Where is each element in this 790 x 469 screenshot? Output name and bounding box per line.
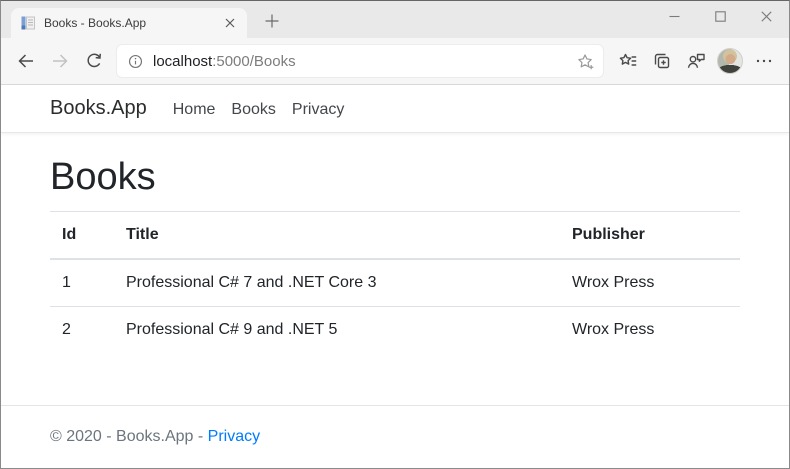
header-id: Id bbox=[50, 210, 114, 260]
cell-publisher: Wrox Press bbox=[560, 258, 740, 307]
main-content: Books Id Title Publisher 1 Professional … bbox=[50, 155, 740, 353]
new-tab-button[interactable] bbox=[259, 8, 285, 34]
cell-title: Professional C# 7 and .NET Core 3 bbox=[114, 258, 560, 307]
maximize-button[interactable] bbox=[697, 1, 743, 32]
cell-id: 1 bbox=[50, 258, 114, 307]
back-button[interactable] bbox=[9, 44, 43, 78]
more-options-icon[interactable] bbox=[747, 44, 781, 78]
header-publisher: Publisher bbox=[560, 210, 740, 260]
window-controls bbox=[651, 1, 789, 32]
site-navbar: Books.App Home Books Privacy bbox=[1, 85, 789, 133]
url-host: localhost bbox=[153, 52, 213, 70]
favicon-icon bbox=[20, 15, 36, 31]
browser-toolbar: localhost:5000/Books bbox=[1, 38, 789, 85]
nav-link-privacy[interactable]: Privacy bbox=[284, 101, 352, 119]
header-title: Title bbox=[114, 210, 560, 260]
books-table: Id Title Publisher 1 Professional C# 7 a… bbox=[50, 210, 740, 353]
avatar bbox=[717, 48, 743, 74]
url-path: :5000/Books bbox=[212, 52, 296, 70]
cell-publisher: Wrox Press bbox=[560, 305, 740, 353]
cell-title: Professional C# 9 and .NET 5 bbox=[114, 305, 560, 353]
add-favorite-icon[interactable] bbox=[571, 47, 599, 75]
forward-button[interactable] bbox=[43, 44, 77, 78]
site-footer: © 2020 - Books.App - Privacy bbox=[1, 405, 789, 468]
browser-window: Books - Books.App localhost:5000/Books B… bbox=[0, 0, 790, 469]
url-text: localhost:5000/Books bbox=[153, 53, 571, 70]
table-header-row: Id Title Publisher bbox=[50, 210, 740, 260]
nav-link-home[interactable]: Home bbox=[165, 101, 224, 119]
copyright-text: © 2020 - Books.App - bbox=[50, 428, 208, 445]
nav-link-books[interactable]: Books bbox=[223, 101, 283, 119]
navbar-brand[interactable]: Books.App bbox=[50, 97, 147, 120]
tab-bar: Books - Books.App bbox=[1, 1, 789, 38]
minimize-button[interactable] bbox=[651, 1, 697, 32]
tab-close-icon[interactable] bbox=[221, 14, 239, 32]
refresh-button[interactable] bbox=[77, 44, 111, 78]
favorites-icon[interactable] bbox=[611, 44, 645, 78]
page-title: Books bbox=[50, 156, 156, 198]
window-close-button[interactable] bbox=[743, 1, 789, 32]
cell-id: 2 bbox=[50, 305, 114, 353]
footer-privacy-link[interactable]: Privacy bbox=[208, 428, 260, 445]
tab-title: Books - Books.App bbox=[44, 16, 147, 30]
browser-tab[interactable]: Books - Books.App bbox=[11, 8, 247, 38]
table-row: 2 Professional C# 9 and .NET 5 Wrox Pres… bbox=[50, 305, 740, 353]
web-page: Books.App Home Books Privacy Books Id Ti… bbox=[1, 85, 789, 468]
profile-avatar[interactable] bbox=[713, 44, 747, 78]
feedback-icon[interactable] bbox=[679, 44, 713, 78]
address-bar[interactable]: localhost:5000/Books bbox=[117, 45, 603, 77]
collections-icon[interactable] bbox=[645, 44, 679, 78]
table-row: 1 Professional C# 7 and .NET Core 3 Wrox… bbox=[50, 258, 740, 307]
site-info-icon[interactable] bbox=[127, 53, 144, 70]
